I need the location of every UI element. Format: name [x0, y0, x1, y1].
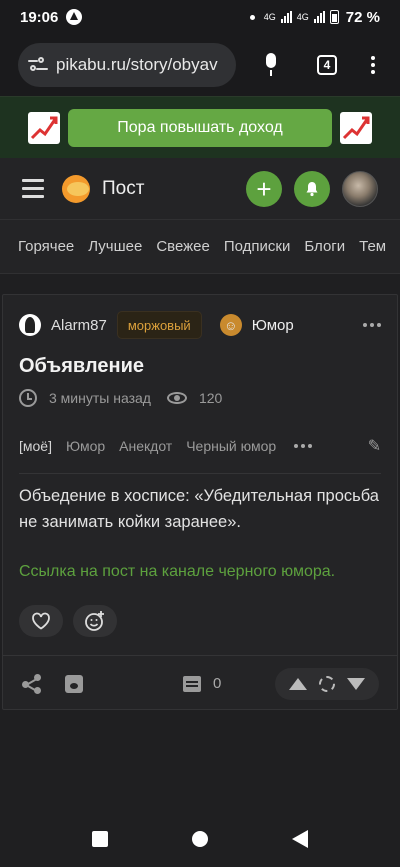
- vote-box: [275, 667, 379, 700]
- tag-item[interactable]: [моё]: [19, 438, 52, 454]
- bell-icon: [306, 181, 318, 196]
- status-bar: 19:06 4G 4G 72 %: [0, 0, 400, 34]
- post-link[interactable]: Ссылка на пост на канале черного юмора.: [19, 563, 335, 581]
- signal-icon: [280, 11, 292, 23]
- author-avatar[interactable]: [19, 314, 41, 336]
- home-button[interactable]: [192, 830, 208, 847]
- tag-item[interactable]: Анекдот: [119, 438, 172, 454]
- more-tags-icon[interactable]: [294, 444, 313, 448]
- post-time: 3 минуты назад: [49, 390, 151, 406]
- pikabu-logo[interactable]: [62, 174, 90, 203]
- post-title[interactable]: Объявление: [19, 355, 144, 378]
- share-icon[interactable]: [21, 673, 43, 695]
- eye-icon: [166, 392, 187, 404]
- post-footer: 0: [3, 655, 397, 711]
- tag-item[interactable]: Черный юмор: [186, 438, 276, 454]
- comment-icon[interactable]: [183, 675, 201, 692]
- upvote-icon[interactable]: [289, 677, 307, 690]
- promo-button[interactable]: Пора повышать доход: [68, 108, 332, 147]
- browser-toolbar: pikabu.ru/story/obyav 4: [0, 34, 400, 96]
- author-badge: моржовый: [116, 311, 202, 339]
- tab-hot[interactable]: Горячее: [18, 238, 74, 255]
- tab-subscriptions[interactable]: Подписки: [224, 238, 291, 255]
- reactions-row: [19, 605, 117, 637]
- browser-menu-icon[interactable]: [371, 56, 375, 74]
- app-notification-icon: [66, 9, 83, 25]
- community-name[interactable]: Юмор: [252, 317, 294, 334]
- battery-percent: 72 %: [345, 8, 380, 26]
- section-tabs: Горячее Лучшее Свежее Подписки Блоги Тем: [0, 220, 400, 274]
- tab-fresh[interactable]: Свежее: [156, 238, 210, 255]
- tab-topics[interactable]: Тем: [359, 238, 386, 255]
- url-text[interactable]: pikabu.ru/story/obyav: [56, 55, 218, 75]
- create-post-button[interactable]: +: [246, 170, 282, 207]
- signal-icon-2: [313, 11, 325, 23]
- post-more-icon[interactable]: [363, 323, 381, 327]
- author-name[interactable]: Alarm87: [51, 317, 107, 334]
- system-nav-bar: [0, 810, 400, 867]
- clock-icon: [19, 389, 37, 407]
- post-views: 120: [198, 390, 223, 406]
- hamburger-menu-icon[interactable]: [22, 179, 44, 198]
- page-title: Пост: [102, 177, 145, 199]
- tab-best[interactable]: Лучшее: [88, 238, 142, 255]
- tab-switcher-button[interactable]: 4: [317, 55, 337, 75]
- site-settings-icon[interactable]: [28, 57, 48, 73]
- like-button[interactable]: [19, 605, 63, 637]
- tab-blogs[interactable]: Блоги: [304, 238, 345, 255]
- add-reaction-button[interactable]: [73, 605, 117, 637]
- site-header: Пост +: [0, 158, 400, 220]
- network-type-1: 4G: [263, 12, 276, 22]
- chart-up-icon: [340, 111, 372, 144]
- divider: [19, 473, 381, 474]
- community-icon[interactable]: ☺: [219, 314, 242, 336]
- post-author-row: Alarm87 моржовый ☺ Юмор: [19, 311, 381, 339]
- address-bar[interactable]: pikabu.ru/story/obyav: [18, 43, 236, 87]
- chart-up-icon: [28, 111, 60, 144]
- edit-tags-icon[interactable]: ✎: [368, 436, 381, 456]
- notifications-button[interactable]: [294, 170, 330, 207]
- post-tags: [моё] Юмор Анекдот Черный юмор ✎: [19, 431, 381, 461]
- recents-button[interactable]: [92, 830, 108, 847]
- promo-banner[interactable]: Пора повышать доход: [0, 96, 400, 158]
- status-right: 4G 4G 72 %: [249, 8, 380, 26]
- tag-item[interactable]: Юмор: [66, 438, 105, 454]
- rating-pending-icon: [319, 675, 335, 692]
- comment-count: 0: [213, 675, 222, 692]
- back-button[interactable]: [292, 829, 308, 848]
- notification-dot-icon: [249, 14, 255, 20]
- post-card: Alarm87 моржовый ☺ Юмор Объявление 3 мин…: [2, 294, 398, 710]
- network-type-2: 4G: [296, 12, 309, 22]
- status-time: 19:06: [20, 8, 59, 26]
- microphone-icon[interactable]: [262, 53, 280, 77]
- battery-icon: [329, 10, 339, 24]
- post-meta: 3 минуты назад 120: [19, 389, 222, 407]
- post-body: Объедение в хосписе: «Убедительная прось…: [19, 487, 379, 531]
- downvote-icon[interactable]: [347, 677, 365, 690]
- user-avatar[interactable]: [342, 170, 378, 207]
- smiley-add-icon: [85, 611, 104, 631]
- save-icon[interactable]: [65, 674, 83, 693]
- heart-icon: [32, 612, 50, 630]
